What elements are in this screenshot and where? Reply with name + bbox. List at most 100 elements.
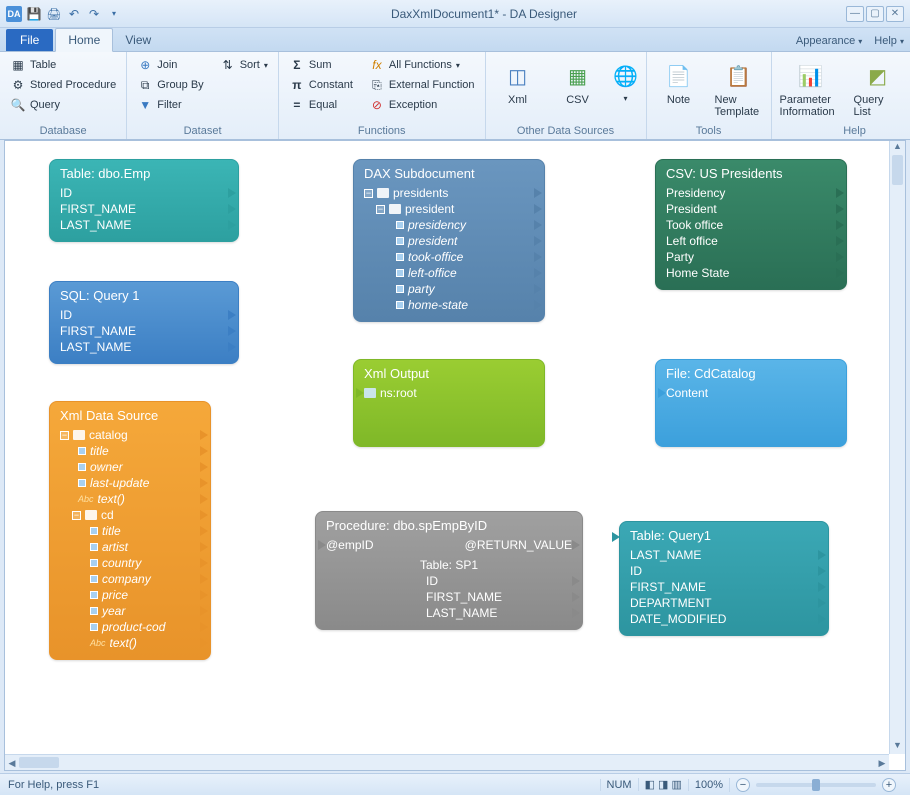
node-sql-query1[interactable]: SQL: Query 1 ID FIRST_NAME LAST_NAME	[49, 281, 239, 364]
field-row[interactable]: FIRST_NAME	[326, 589, 572, 605]
file-tab[interactable]: File	[6, 29, 53, 51]
tree-leaf[interactable]: Abctext()	[60, 491, 200, 507]
tree-leaf[interactable]: country	[60, 555, 200, 571]
tree-leaf[interactable]: last-update	[60, 475, 200, 491]
tree-leaf[interactable]: price	[60, 587, 200, 603]
field-row[interactable]: DATE_MODIFIED	[630, 611, 818, 627]
field-row[interactable]: Took office	[666, 217, 836, 233]
redo-icon[interactable]: ↷	[86, 6, 102, 22]
tree-leaf[interactable]: left-office	[364, 265, 534, 281]
help-menu[interactable]: Help ▾	[868, 31, 910, 51]
tree-leaf[interactable]: product-cod	[60, 619, 200, 635]
field-row[interactable]: Party	[666, 249, 836, 265]
equal-button[interactable]: =Equal	[287, 96, 355, 114]
field-row[interactable]: DEPARTMENT	[630, 595, 818, 611]
tree-leaf[interactable]: home-state	[364, 297, 534, 313]
field-row[interactable]: FIRST_NAME	[60, 323, 228, 339]
node-table-query1[interactable]: Table: Query1 LAST_NAME ID FIRST_NAME DE…	[619, 521, 829, 636]
field-row[interactable]: ID	[630, 563, 818, 579]
sort-button[interactable]: ⇅Sort ▾	[218, 56, 270, 74]
csv-button[interactable]: ▦CSV	[554, 56, 602, 123]
tree-leaf[interactable]: company	[60, 571, 200, 587]
maximize-button[interactable]: ▢	[866, 6, 884, 22]
node-table-emp[interactable]: Table: dbo.Emp ID FIRST_NAME LAST_NAME	[49, 159, 239, 242]
scroll-left-icon[interactable]: ◀	[5, 755, 19, 770]
query-button[interactable]: 🔍Query	[8, 96, 118, 114]
zoom-slider[interactable]	[756, 783, 876, 787]
field-row[interactable]: ID	[60, 307, 228, 323]
zoom-out-button[interactable]: −	[736, 778, 750, 792]
groupby-button[interactable]: ⧉Group By	[135, 76, 205, 94]
tree-row[interactable]: −presidents	[364, 185, 534, 201]
scroll-up-icon[interactable]: ▲	[890, 141, 905, 155]
tree-leaf[interactable]: presidency	[364, 217, 534, 233]
tree-leaf[interactable]: president	[364, 233, 534, 249]
filter-button[interactable]: ▼Filter	[135, 96, 205, 114]
field-row[interactable]: Content	[666, 385, 836, 401]
scroll-right-icon[interactable]: ▶	[875, 755, 889, 770]
home-tab[interactable]: Home	[55, 28, 113, 52]
zoom-in-button[interactable]: +	[882, 778, 896, 792]
node-dax-subdocument[interactable]: DAX Subdocument −presidents −president p…	[353, 159, 545, 322]
param-info-button[interactable]: 📊Parameter Information	[780, 56, 842, 123]
tree-leaf[interactable]: took-office	[364, 249, 534, 265]
field-row[interactable]: Presidency	[666, 185, 836, 201]
field-row[interactable]: LAST_NAME	[60, 217, 228, 233]
node-xml-output[interactable]: Xml Output ns:root	[353, 359, 545, 447]
node-csv-presidents[interactable]: CSV: US Presidents Presidency President …	[655, 159, 847, 290]
close-button[interactable]: ✕	[886, 6, 904, 22]
collapse-icon[interactable]: −	[60, 431, 69, 440]
more-sources-button[interactable]: 🌐▾	[614, 56, 638, 123]
node-file-cdcatalog[interactable]: File: CdCatalog Content	[655, 359, 847, 447]
all-functions-button[interactable]: fxAll Functions ▾	[367, 56, 477, 74]
scroll-down-icon[interactable]: ▼	[890, 740, 905, 754]
sum-button[interactable]: ΣSum	[287, 56, 355, 74]
field-row[interactable]: LAST_NAME	[326, 605, 572, 621]
field-row[interactable]: FIRST_NAME	[630, 579, 818, 595]
collapse-icon[interactable]: −	[364, 189, 373, 198]
field-row[interactable]: Home State	[666, 265, 836, 281]
constant-button[interactable]: πConstant	[287, 76, 355, 94]
appearance-menu[interactable]: Appearance ▾	[790, 31, 868, 51]
tree-row[interactable]: −cd	[60, 507, 200, 523]
param-row[interactable]: @empID@RETURN_VALUE	[326, 537, 572, 553]
field-row[interactable]: ID	[60, 185, 228, 201]
design-canvas[interactable]: Table: dbo.Emp ID FIRST_NAME LAST_NAME S…	[5, 141, 889, 754]
field-row[interactable]: ID	[326, 573, 572, 589]
field-row[interactable]: President	[666, 201, 836, 217]
tree-row[interactable]: −president	[364, 201, 534, 217]
collapse-icon[interactable]: −	[72, 511, 81, 520]
tree-row[interactable]: −catalog	[60, 427, 200, 443]
tree-leaf[interactable]: Abctext()	[60, 635, 200, 651]
join-button[interactable]: ⊕Join	[135, 56, 205, 74]
node-procedure-spempbyid[interactable]: Procedure: dbo.spEmpByID @empID@RETURN_V…	[315, 511, 583, 630]
note-button[interactable]: 📄Note	[655, 56, 703, 123]
exception-button[interactable]: ⊘Exception	[367, 96, 477, 114]
node-xml-data-source[interactable]: Xml Data Source −catalog title owner las…	[49, 401, 211, 660]
new-template-button[interactable]: 📋New Template	[715, 56, 763, 123]
field-row[interactable]: ns:root	[364, 385, 534, 401]
scroll-thumb[interactable]	[892, 155, 903, 185]
tree-leaf[interactable]: title	[60, 523, 200, 539]
xml-button[interactable]: ◫Xml	[494, 56, 542, 123]
tree-leaf[interactable]: artist	[60, 539, 200, 555]
undo-icon[interactable]: ↶	[66, 6, 82, 22]
tree-leaf[interactable]: owner	[60, 459, 200, 475]
scroll-thumb[interactable]	[19, 757, 59, 768]
collapse-icon[interactable]: −	[376, 205, 385, 214]
field-row[interactable]: FIRST_NAME	[60, 201, 228, 217]
field-row[interactable]: LAST_NAME	[630, 547, 818, 563]
tree-leaf[interactable]: party	[364, 281, 534, 297]
horizontal-scrollbar[interactable]: ◀▶	[5, 754, 889, 770]
external-function-button[interactable]: ⎘External Function	[367, 76, 477, 94]
save-icon[interactable]: 💾	[26, 6, 42, 22]
field-row[interactable]: LAST_NAME	[60, 339, 228, 355]
minimize-button[interactable]: —	[846, 6, 864, 22]
print-icon[interactable]: 🖨	[46, 6, 62, 22]
view-tab[interactable]: View	[113, 29, 163, 51]
vertical-scrollbar[interactable]: ▲▼	[889, 141, 905, 754]
tree-leaf[interactable]: title	[60, 443, 200, 459]
table-button[interactable]: ▦Table	[8, 56, 118, 74]
stored-procedure-button[interactable]: ⚙Stored Procedure	[8, 76, 118, 94]
view-mode-buttons[interactable]: ◧ ◨ ▥	[638, 778, 688, 791]
